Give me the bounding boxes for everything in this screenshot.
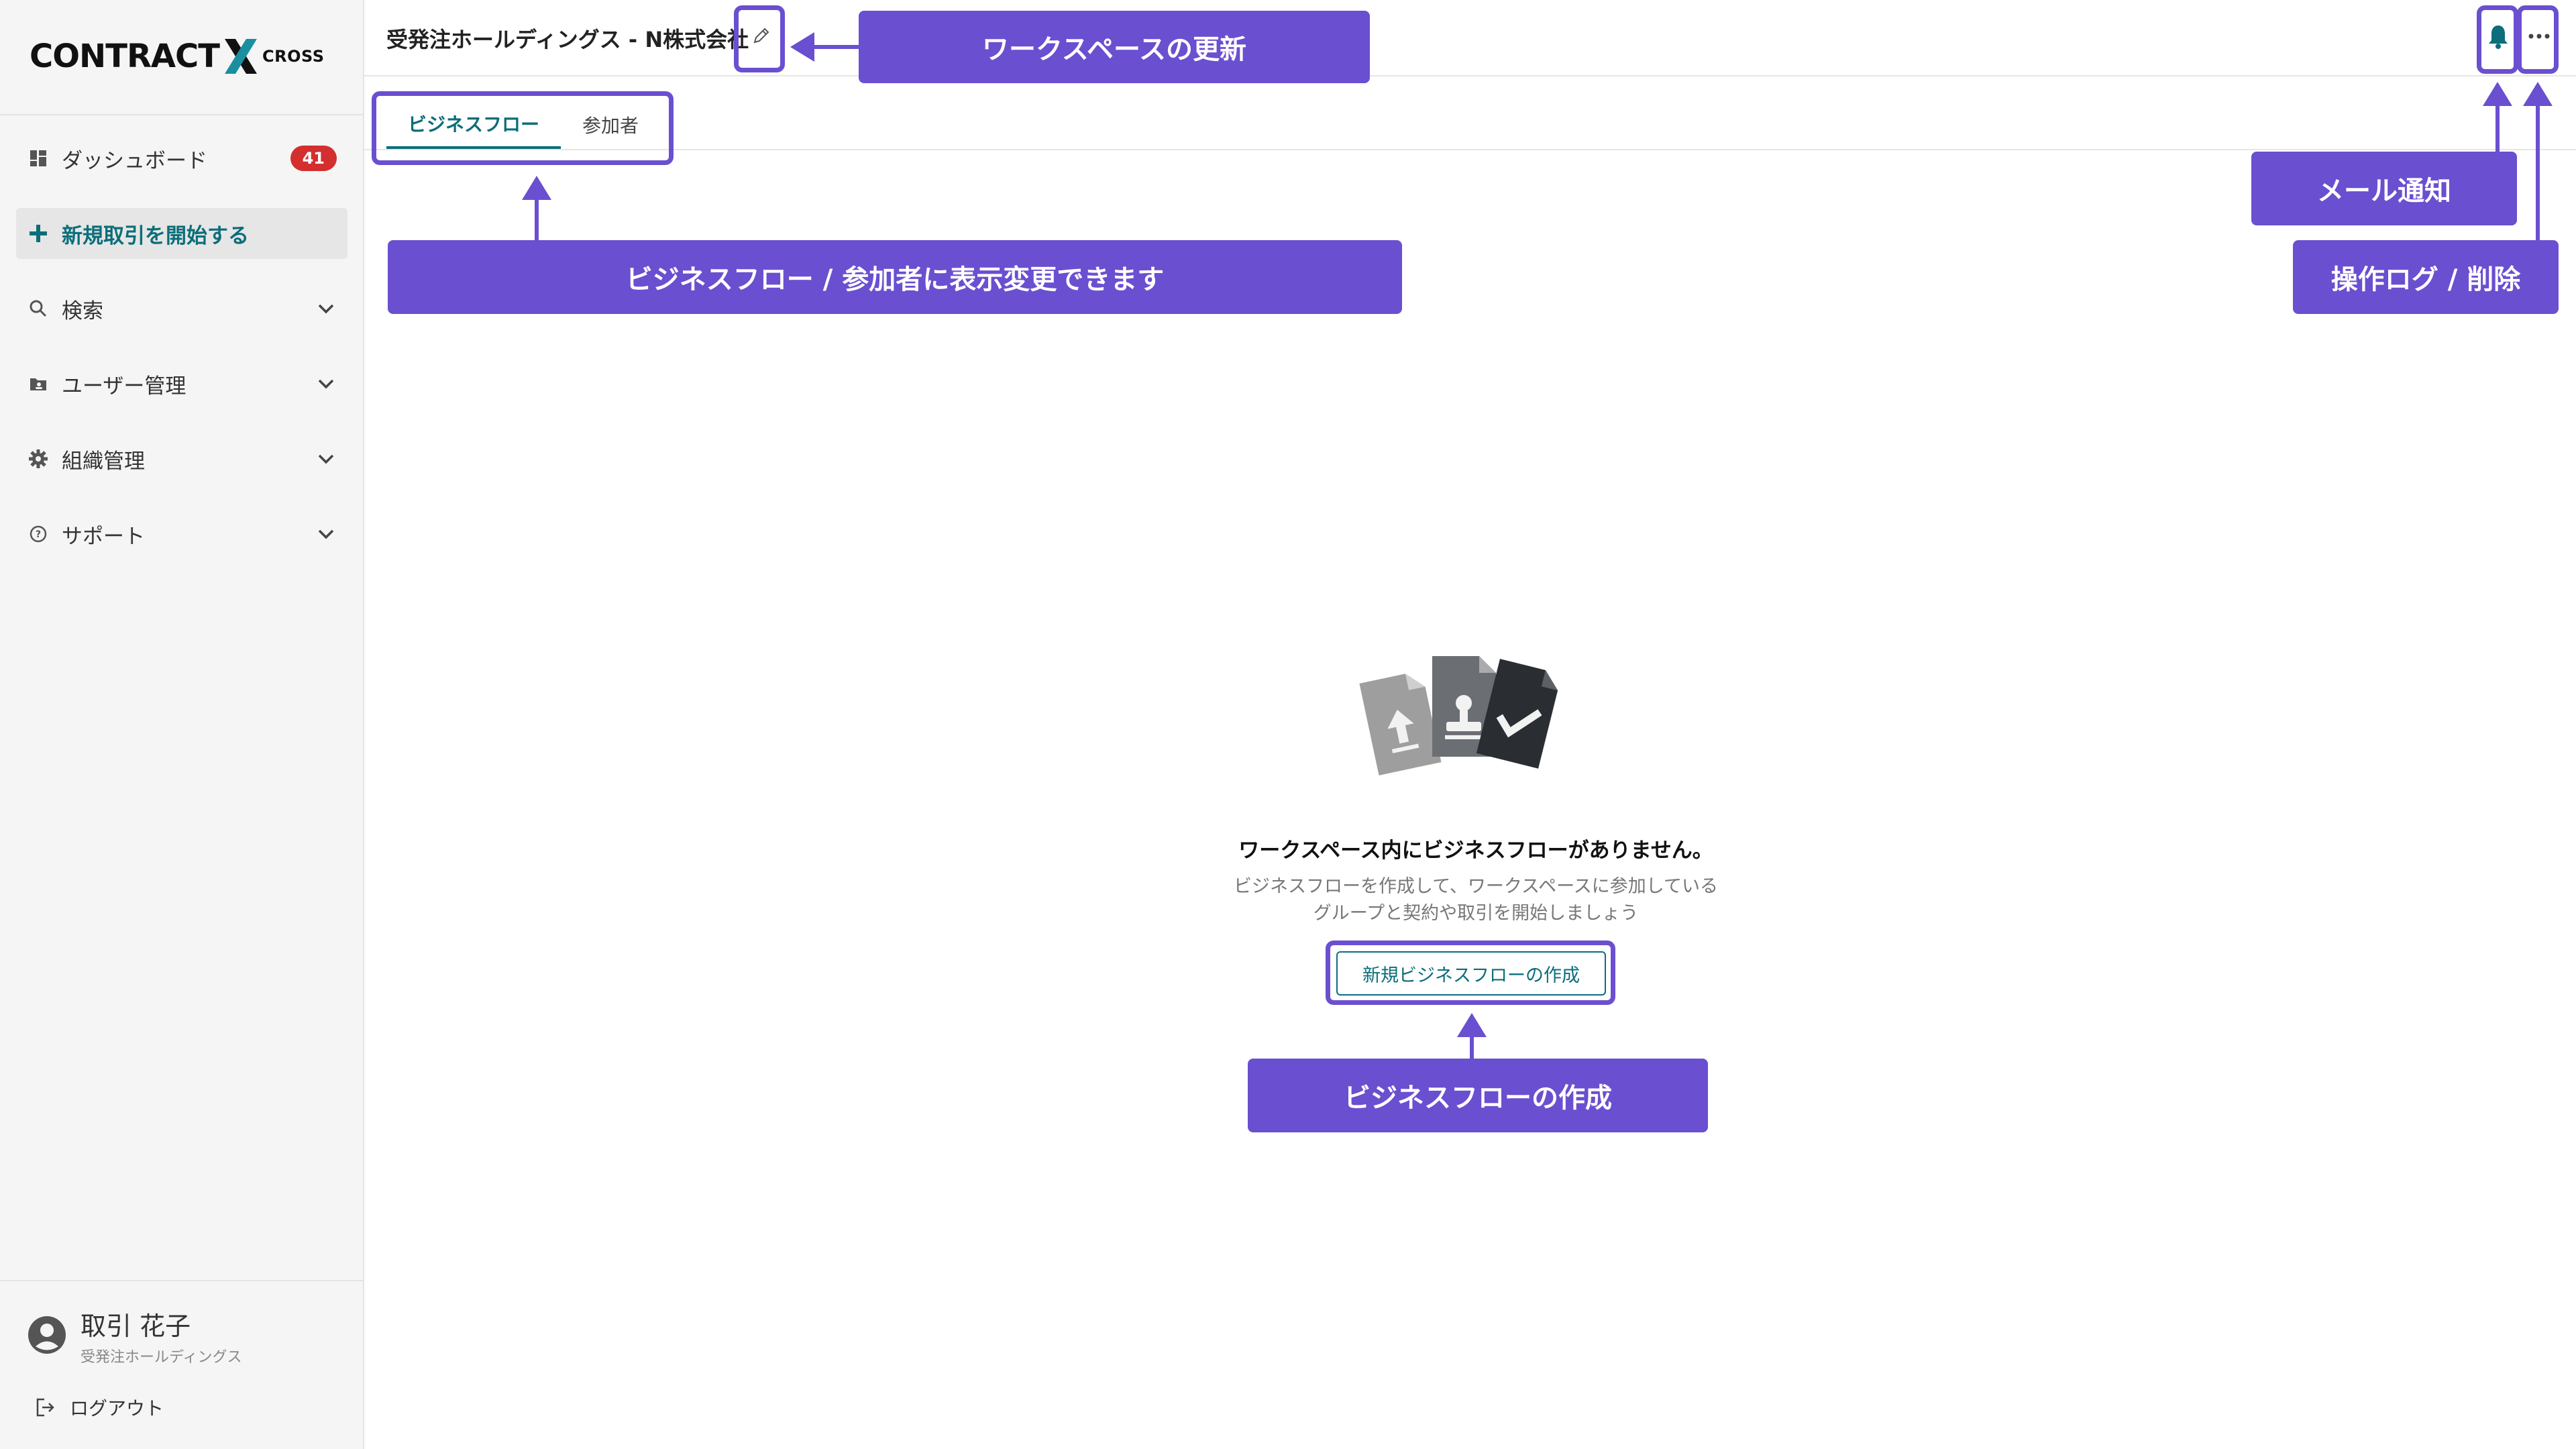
user-name: 取引 花子 bbox=[80, 1311, 191, 1341]
annotation-highlight-tabs bbox=[372, 91, 674, 165]
plus-icon bbox=[27, 222, 50, 245]
sidebar-item-label: 検索 bbox=[62, 299, 103, 323]
chevron-down-icon bbox=[313, 370, 339, 397]
annotation-callout-create: ビジネスフローの作成 bbox=[1248, 1059, 1708, 1132]
sidebar-item-new-deal[interactable]: 新規取引を開始する bbox=[16, 208, 347, 259]
header-divider bbox=[364, 75, 2576, 76]
avatar bbox=[27, 1315, 67, 1358]
help-circle-icon: ? bbox=[27, 523, 50, 545]
annotation-callout-mail: メール通知 bbox=[2251, 152, 2517, 225]
user-profile[interactable]: 取引 花子 受発注ホールディングス bbox=[27, 1305, 241, 1366]
annotation-arrow-head bbox=[1457, 1013, 1487, 1037]
empty-state-title: ワークスペース内にビジネスフローがありません。 bbox=[1238, 839, 1713, 863]
sidebar-item-label: 組織管理 bbox=[62, 449, 145, 474]
logo-word-contract: CONTRACT bbox=[30, 38, 220, 75]
sidebar-item-dashboard[interactable]: ダッシュボード 41 bbox=[16, 133, 347, 184]
dashboard-icon bbox=[27, 147, 50, 170]
sidebar-divider bbox=[0, 1280, 364, 1281]
notification-count-badge: 41 bbox=[290, 146, 337, 171]
logo-word-cross: CROSS bbox=[262, 47, 325, 66]
logo-x-icon bbox=[221, 36, 261, 76]
annotation-highlight-more bbox=[2517, 5, 2559, 74]
app-logo[interactable]: CONTRACT CROSS bbox=[30, 35, 325, 78]
annotation-arrow-line bbox=[2536, 105, 2540, 240]
annotation-arrow-line bbox=[812, 45, 859, 49]
sidebar-item-user-management[interactable]: ユーザー管理 bbox=[16, 358, 347, 409]
annotation-highlight-create bbox=[1326, 941, 1615, 1005]
sidebar-item-label: ダッシュボード bbox=[62, 148, 207, 173]
workspace-title: 受発注ホールディングス - N株式会社 bbox=[386, 27, 749, 52]
annotation-arrow-line bbox=[1470, 1036, 1474, 1060]
sidebar-item-org-management[interactable]: 組織管理 bbox=[16, 433, 347, 484]
sidebar-item-label: サポート bbox=[62, 524, 145, 549]
empty-state-illustration bbox=[1348, 649, 1583, 784]
annotation-arrow-head bbox=[790, 32, 814, 62]
annotation-highlight-edit bbox=[734, 5, 785, 72]
sidebar: CONTRACT CROSS ダッシュボード 41 新規取引を開始する 検索 ユ… bbox=[0, 0, 364, 1449]
chevron-down-icon bbox=[313, 521, 339, 547]
annotation-highlight-bell bbox=[2477, 5, 2518, 74]
svg-text:?: ? bbox=[36, 529, 41, 540]
annotation-callout-log: 操作ログ / 削除 bbox=[2293, 240, 2559, 314]
logout-button[interactable]: ログアウト bbox=[35, 1394, 164, 1421]
sidebar-item-search[interactable]: 検索 bbox=[16, 283, 347, 334]
logout-label: ログアウト bbox=[70, 1397, 164, 1419]
gear-icon bbox=[27, 447, 50, 470]
annotation-arrow-head bbox=[522, 176, 551, 200]
user-organization: 受発注ホールディングス bbox=[80, 1349, 242, 1366]
empty-state-description-line: グループと契約や取引を開始しましょう bbox=[1313, 903, 1639, 924]
annotation-arrow-line bbox=[2496, 105, 2500, 152]
annotation-callout-workspace-update: ワークスペースの更新 bbox=[859, 11, 1370, 83]
sidebar-divider bbox=[0, 114, 364, 115]
logout-icon bbox=[35, 1397, 56, 1418]
chevron-down-icon bbox=[313, 295, 339, 322]
tabs-divider bbox=[364, 149, 2576, 150]
annotation-arrow-head bbox=[2523, 82, 2553, 106]
sidebar-item-label: 新規取引を開始する bbox=[62, 223, 249, 248]
sidebar-item-label: ユーザー管理 bbox=[62, 374, 186, 398]
annotation-callout-tabs: ビジネスフロー / 参加者に表示変更できます bbox=[388, 240, 1402, 314]
folder-user-icon bbox=[27, 372, 50, 395]
annotation-arrow-line bbox=[535, 199, 539, 240]
search-icon bbox=[27, 297, 50, 320]
annotation-arrow-head bbox=[2483, 82, 2512, 106]
chevron-down-icon bbox=[313, 445, 339, 472]
empty-state-description: ビジネスフローを作成して、ワークスペースに参加している グループと契約や取引を開… bbox=[1073, 873, 1878, 927]
sidebar-item-support[interactable]: ? サポート bbox=[16, 508, 347, 559]
empty-state-description-line: ビジネスフローを作成して、ワークスペースに参加している bbox=[1234, 876, 1718, 897]
